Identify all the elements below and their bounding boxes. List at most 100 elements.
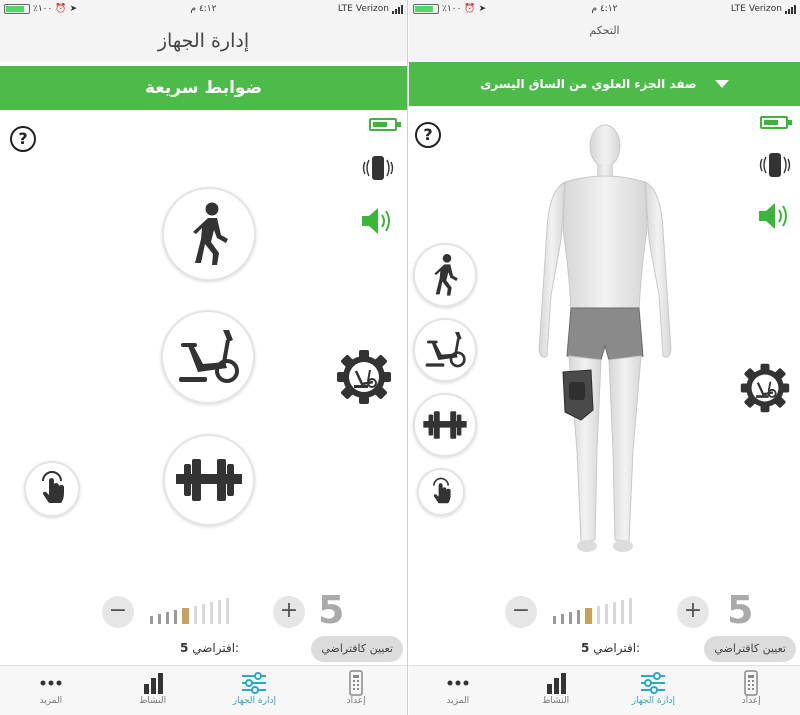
device-management-screen: ٪١٠٠ ⏰ ➤ ٤:١٢ م LTE Verizon إدارة الجهاز… [0,0,408,715]
intensity-bar[interactable] [166,612,169,624]
touch-control-button[interactable] [417,468,465,516]
signal-icon [785,4,796,14]
intensity-bar[interactable] [202,604,205,624]
decrease-intensity-button[interactable]: − [505,596,537,628]
default-label-text: افتراضي: [593,641,641,655]
strength-mode-button[interactable] [163,434,255,526]
page-title: إدارة الجهاز [157,30,250,52]
walk-mode-button[interactable] [413,243,477,307]
intensity-bar[interactable] [218,600,221,624]
walking-person-icon [434,254,458,296]
bike-mode-button[interactable] [413,318,477,382]
strength-mode-button[interactable] [413,393,477,457]
dumbbell-icon [423,411,467,439]
default-intensity-value: 5 [581,641,590,655]
walk-mode-button[interactable] [162,187,256,281]
tab-activity[interactable]: النشاط [102,666,204,715]
intensity-level-bars[interactable] [553,598,632,624]
intensity-bar[interactable] [561,614,564,624]
tab-label: النشاط [139,696,167,706]
intensity-bar[interactable] [226,598,229,624]
intensity-bar[interactable] [182,608,189,624]
help-button[interactable]: ? [10,126,36,152]
selected-device-name: صفد الجزء العلوي من الساق اليسرى [480,77,697,91]
custom-program-gear-icon[interactable] [739,362,791,414]
tab-label: المزيد [39,696,63,706]
quick-controls-banner: ضوابط سريعة [0,66,407,110]
intensity-control: − + 5 [409,588,800,638]
tab-device-management[interactable]: إدارة الجهاز [605,666,703,715]
help-button[interactable]: ? [415,122,441,148]
bike-mode-button[interactable] [161,310,255,404]
vibrate-icon[interactable] [758,150,792,180]
tab-more[interactable]: المزيد [409,666,507,715]
tab-setup[interactable]: إعداد [702,666,800,715]
tab-label: إعداد [741,696,761,706]
nav-bar: التحكم [409,20,800,62]
default-row: 5 افتراضي: تعيين كافتراضي [409,636,800,664]
intensity-bar[interactable] [621,600,624,624]
tab-setup[interactable]: إعداد [305,666,407,715]
status-bar: ٪١٠٠ ⏰ ➤ ٤:١٢ م LTE Verizon [0,0,407,20]
set-as-default-button[interactable]: تعيين كافتراضي [704,636,796,662]
tap-finger-icon [433,477,451,504]
vibrate-icon[interactable] [361,153,395,183]
carrier-name: Verizon [355,4,389,14]
touch-control-button[interactable] [24,461,80,517]
intensity-level-bars[interactable] [150,598,229,624]
tab-bar: إعداد إدارة الجهاز النشاط المزيد [409,665,800,715]
intensity-bar[interactable] [613,602,616,624]
intensity-bar[interactable] [585,608,592,624]
tab-label: إدارة الجهاز [631,696,675,706]
network-type: LTE [730,4,746,14]
intensity-bar[interactable] [174,610,177,624]
intensity-bar[interactable] [210,602,213,624]
battery-icon [760,116,792,129]
default-intensity-value: 5 [180,641,189,655]
default-row: 5 افتراضي: تعيين كافتراضي [0,636,407,664]
tap-finger-icon [42,471,64,503]
bar-chart-icon [143,673,163,694]
intensity-bar[interactable] [629,598,632,624]
bar-chart-icon [546,673,566,694]
network-type: LTE [337,4,353,14]
increase-intensity-button[interactable]: + [273,596,305,628]
increase-intensity-button[interactable]: + [677,596,709,628]
intensity-bar[interactable] [150,616,153,624]
intensity-bar[interactable] [577,610,580,624]
remote-icon [744,670,758,696]
tab-label: إعداد [346,696,366,706]
intensity-bar[interactable] [158,614,161,624]
intensity-bar[interactable] [605,604,608,624]
device-selector-banner[interactable]: صفد الجزء العلوي من الساق اليسرى [409,62,800,106]
page-title: التحكم [589,24,620,37]
intensity-level-value: 5 [727,588,754,632]
controls-screen: ٪١٠٠ ⏰ ➤ ٤:١٢ م LTE Verizon التحكم صفد ا… [409,0,800,715]
intensity-bar[interactable] [569,612,572,624]
set-as-default-button[interactable]: تعيين كافتراضي [311,636,403,662]
tab-device-management[interactable]: إدارة الجهاز [204,666,306,715]
tab-activity[interactable]: النشاط [507,666,605,715]
signal-icon [392,4,403,14]
decrease-intensity-button[interactable]: − [102,596,134,628]
speaker-icon[interactable] [359,205,395,237]
default-intensity-label: 5 افتراضي: [176,641,239,655]
speaker-icon[interactable] [756,200,792,232]
walking-person-icon [193,202,228,265]
dumbbell-icon [176,459,242,501]
tab-label: إدارة الجهاز [232,696,276,706]
sliders-icon [641,672,666,694]
intensity-bar[interactable] [553,616,556,624]
intensity-bar[interactable] [194,606,197,624]
custom-program-gear-icon[interactable] [335,348,393,406]
more-dots-icon [40,680,62,686]
intensity-bar[interactable] [597,606,600,624]
intensity-control: − + 5 [0,588,407,638]
tab-label: النشاط [542,696,570,706]
tab-bar: إعداد إدارة الجهاز النشاط المزيد [0,665,407,715]
nav-bar: إدارة الجهاز [0,20,407,62]
status-bar: ٪١٠٠ ⏰ ➤ ٤:١٢ م LTE Verizon [409,0,800,20]
body-figure[interactable] [535,120,675,560]
tab-more[interactable]: المزيد [0,666,102,715]
default-label-text: افتراضي: [192,641,240,655]
